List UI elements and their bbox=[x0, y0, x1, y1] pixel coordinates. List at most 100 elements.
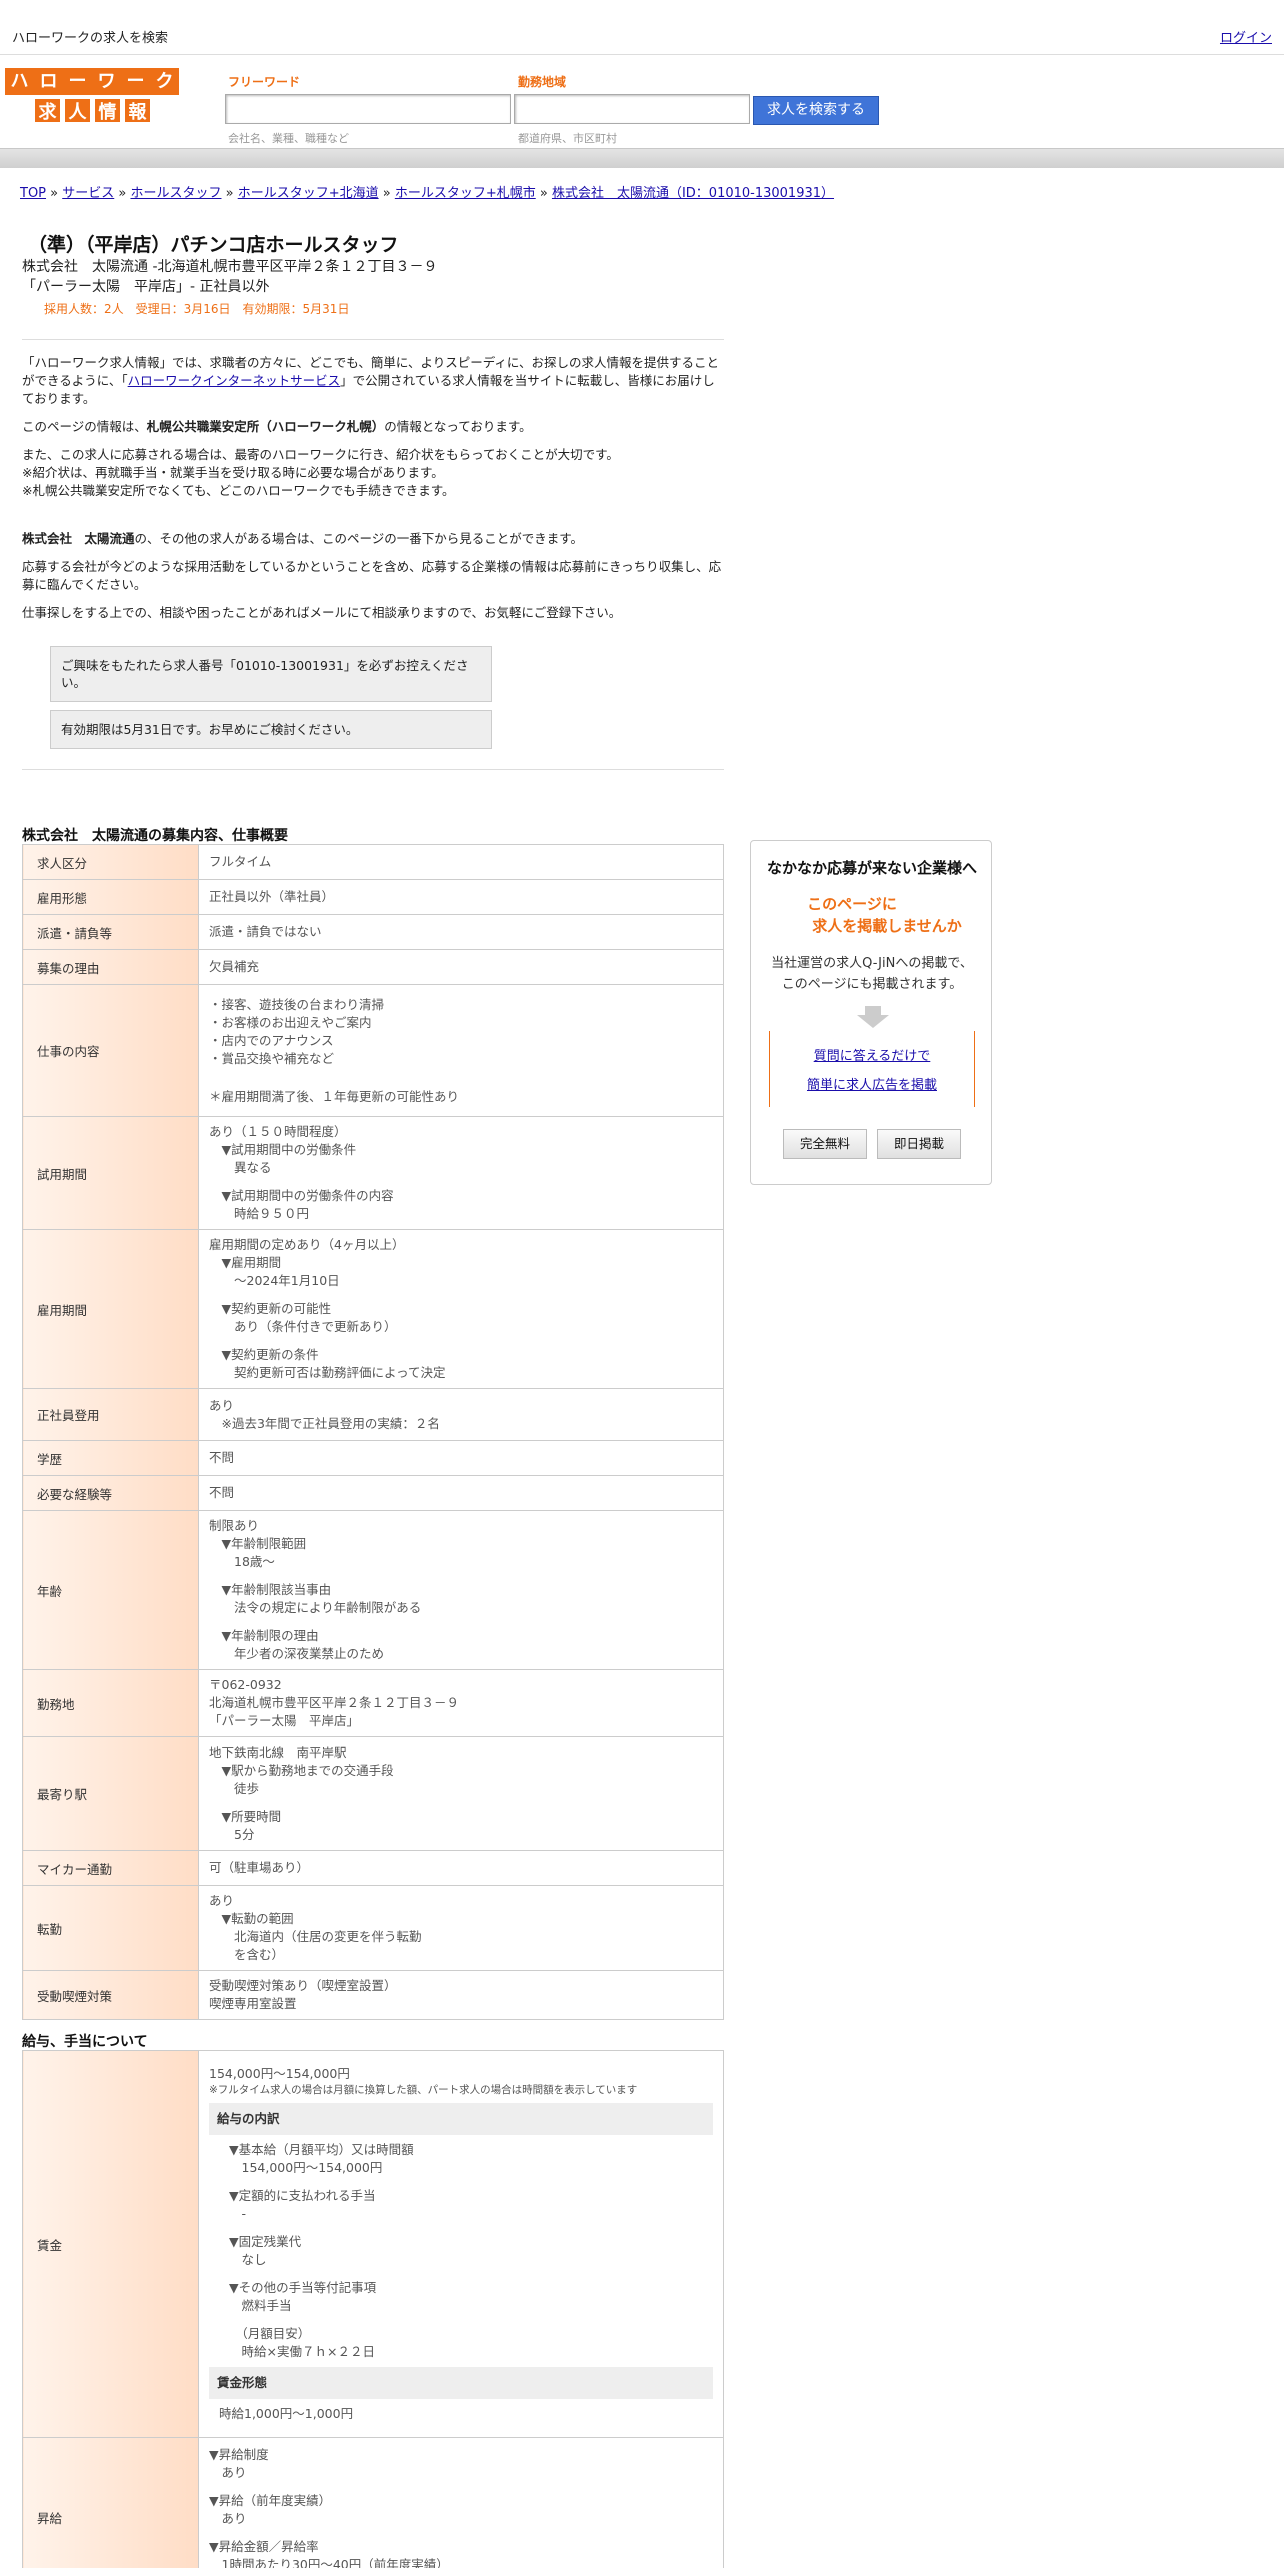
row-key: 賃金 bbox=[22, 2050, 199, 2438]
value-line: 雇用期間の定めあり（4ヶ月以上） bbox=[209, 1237, 405, 1252]
logo-char: ロ bbox=[34, 68, 63, 95]
value-line bbox=[209, 1068, 713, 1078]
table-row: 正社員登用 あり ※過去3年間で正社員登用の実績：２名 bbox=[22, 1388, 724, 1441]
value-line: ▼固定残業代 bbox=[229, 2234, 302, 2249]
wage-form-title: 賃金形態 bbox=[209, 2367, 713, 2399]
value-line: ・接客、遊技後の台まわり清掃 bbox=[209, 996, 385, 1012]
value-line bbox=[229, 2223, 713, 2233]
value-line: 〒062-0932 bbox=[209, 1677, 282, 1692]
row-key: 勤務地 bbox=[22, 1669, 199, 1737]
section-title-wage: 給与、手当について bbox=[22, 2034, 148, 2050]
row-value: 可（駐車場あり） bbox=[198, 1850, 724, 1886]
value-line: ▼年齢制限該当事由 bbox=[209, 1582, 332, 1597]
row-value: 受動喫煙対策あり（喫煙室設置） 喫煙専用室設置 bbox=[198, 1970, 724, 2020]
advertise-panel: なかなか応募が来ない企業様へ このページに 求人を掲載しませんか 当社運営の求人Q… bbox=[750, 840, 992, 1185]
arrow-down-icon bbox=[857, 1006, 889, 1028]
value-line: あり bbox=[209, 2511, 247, 2526]
post-ad-link[interactable]: 簡単に求人広告を掲載 bbox=[770, 1074, 974, 1093]
breadcrumb-link[interactable]: サービス bbox=[62, 186, 114, 201]
answer-questions-link[interactable]: 質問に答えるだけで bbox=[770, 1045, 974, 1064]
top-bar: ハローワークの求人を検索 ログイン bbox=[0, 0, 1284, 55]
other-jobs-text: 株式会社 太陽流通の、その他の求人がある場合は、このページの一番下から見ることが… bbox=[22, 531, 584, 546]
table-row: 仕事の内容 ・接客、遊技後の台まわり清掃 ・お客様のお出迎えやご案内 ・店内でのアナウ… bbox=[22, 984, 724, 1117]
value-line: 時給×実働７ｈ×２２日 bbox=[229, 2344, 375, 2359]
logo-char: ー bbox=[63, 68, 92, 95]
row-value: ▼昇給制度 あり ▼昇給（前年度実績） あり ▼昇給金額／昇給率 1時間あたり30円… bbox=[198, 2437, 724, 2568]
logo-char: 情 bbox=[93, 97, 122, 124]
row-key: 雇用形態 bbox=[22, 879, 199, 915]
keyword-input[interactable] bbox=[225, 94, 511, 124]
value-line bbox=[209, 1078, 713, 1088]
source-text: このページの情報は、札幌公共職業安定所（ハローワーク札幌）の情報となっております… bbox=[22, 419, 532, 434]
table-row: 雇用期間 雇用期間の定めあり（4ヶ月以上） ▼雇用期間 〜2024年1月10日 ▼… bbox=[22, 1229, 724, 1389]
table-row: 求人区分 フルタイム bbox=[22, 844, 724, 880]
breadcrumb-link[interactable]: TOP bbox=[20, 186, 46, 201]
expiry-notice: 有効期限は5月31日です。お早めにご検討ください。 bbox=[50, 710, 492, 749]
value-line: ▼基本給（月額平均）又は時間額 bbox=[229, 2142, 414, 2157]
row-value: 制限あり ▼年齢制限範囲 18歳〜 ▼年齢制限該当事由 法令の規定により年齢制限… bbox=[198, 1510, 724, 1670]
breadcrumb-link[interactable]: 株式会社 太陽流通（ID：01010-13001931） bbox=[552, 186, 834, 201]
value-line: ・賞品交換や補充など bbox=[209, 1050, 335, 1066]
company-address: 株式会社 太陽流通 -北海道札幌市豊平区平岸２条１２丁目３－９ bbox=[22, 259, 438, 275]
login-link[interactable]: ログイン bbox=[1220, 27, 1272, 46]
job-details-table: 求人区分 フルタイム 雇用形態 正社員以外（準社員） 派遣・請負等 派遣・請負ではない 募集… bbox=[22, 844, 724, 2020]
row-value: 雇用期間の定めあり（4ヶ月以上） ▼雇用期間 〜2024年1月10日 ▼契約更新… bbox=[198, 1229, 724, 1389]
logo-char: 報 bbox=[123, 97, 152, 124]
consult-text: 仕事探しをする上での、相談や困ったことがあればメールにて相談承りますので、お気軽… bbox=[22, 605, 622, 620]
breadcrumb-link[interactable]: ホールスタッフ+北海道 bbox=[238, 186, 379, 201]
breadcrumb-separator: » bbox=[221, 186, 238, 201]
value-line bbox=[229, 2315, 713, 2325]
job-title: （準）（平岸店）パチンコ店ホールスタッフ bbox=[28, 234, 399, 256]
site-tagline: ハローワークの求人を検索 bbox=[12, 31, 169, 46]
value-line: （月額目安） bbox=[229, 2326, 311, 2341]
table-row: 派遣・請負等 派遣・請負ではない bbox=[22, 914, 724, 950]
value-line: ▼転勤の範囲 bbox=[209, 1911, 294, 1926]
value-line: 正社員以外（準社員） bbox=[209, 889, 335, 904]
value-line: ▼駅から勤務地までの交通手段 bbox=[209, 1762, 394, 1778]
table-row: 募集の理由 欠員補充 bbox=[22, 949, 724, 985]
row-value: 不問 bbox=[198, 1440, 724, 1476]
value-line: 法令の規定により年齢制限がある bbox=[209, 1600, 422, 1615]
free-button[interactable]: 完全無料 bbox=[783, 1129, 867, 1159]
value-line bbox=[209, 1290, 713, 1300]
table-row: 必要な経験等 不問 bbox=[22, 1475, 724, 1511]
logo-char: ク bbox=[150, 68, 179, 95]
value-line bbox=[209, 1571, 713, 1581]
row-key: 最寄り駅 bbox=[22, 1736, 199, 1851]
row-key: 転勤 bbox=[22, 1885, 199, 1971]
table-row: 雇用形態 正社員以外（準社員） bbox=[22, 879, 724, 915]
row-key: 募集の理由 bbox=[22, 949, 199, 985]
same-day-button[interactable]: 即日掲載 bbox=[877, 1129, 961, 1159]
breadcrumb-separator: » bbox=[46, 186, 63, 201]
hellowork-internet-link[interactable]: ハローワークインターネットサービス bbox=[128, 373, 341, 388]
value-line: 北海道札幌市豊平区平岸２条１２丁目３－９ bbox=[209, 1695, 460, 1710]
search-button[interactable]: 求人を検索する bbox=[753, 96, 879, 125]
value-line: 1時間あたり30円〜40円（前年度実績） bbox=[209, 2557, 449, 2568]
logo-char: ー bbox=[121, 68, 150, 95]
value-line: あり（１５０時間程度） bbox=[209, 1124, 347, 1139]
row-value: 154,000円〜154,000円 ※フルタイム求人の場合は月額に換算した額、パ… bbox=[198, 2050, 724, 2438]
value-line: 不問 bbox=[209, 1450, 235, 1465]
table-row: 昇給 ▼昇給制度 あり ▼昇給（前年度実績） あり ▼昇給金額／昇給率 1時間あたり… bbox=[22, 2437, 724, 2568]
divider bbox=[22, 339, 724, 340]
breadcrumb-link[interactable]: ホールスタッフ+札幌市 bbox=[395, 186, 536, 201]
wage-breakdown-title: 給与の内訳 bbox=[209, 2103, 713, 2135]
breadcrumb-separator: » bbox=[114, 186, 131, 201]
area-input[interactable] bbox=[514, 94, 750, 124]
value-line bbox=[229, 2177, 713, 2187]
value-line bbox=[209, 2482, 713, 2492]
divider bbox=[22, 769, 724, 770]
value-line: 喫煙専用室設置 bbox=[209, 1996, 297, 2011]
value-line: ・店内でのアナウンス bbox=[209, 1032, 334, 1048]
site-logo[interactable]: ハローワーク求人情報 bbox=[5, 68, 181, 126]
job-meta: 採用人数：2人 受理日：3月16日 有効期限：5月31日 bbox=[44, 302, 350, 316]
table-row: 賃金 154,000円〜154,000円 ※フルタイム求人の場合は月額に換算した… bbox=[22, 2050, 724, 2438]
breadcrumb-link[interactable]: ホールスタッフ bbox=[130, 186, 221, 201]
value-line: 異なる bbox=[209, 1160, 272, 1175]
value-line: ▼昇給金額／昇給率 bbox=[209, 2539, 319, 2554]
value-line: あり bbox=[209, 1397, 235, 1413]
value-line: 時給９５０円 bbox=[209, 1206, 310, 1221]
value-line: 年少者の深夜業禁止のため bbox=[209, 1646, 385, 1661]
value-line bbox=[209, 1798, 713, 1808]
row-value: 欠員補充 bbox=[198, 949, 724, 985]
